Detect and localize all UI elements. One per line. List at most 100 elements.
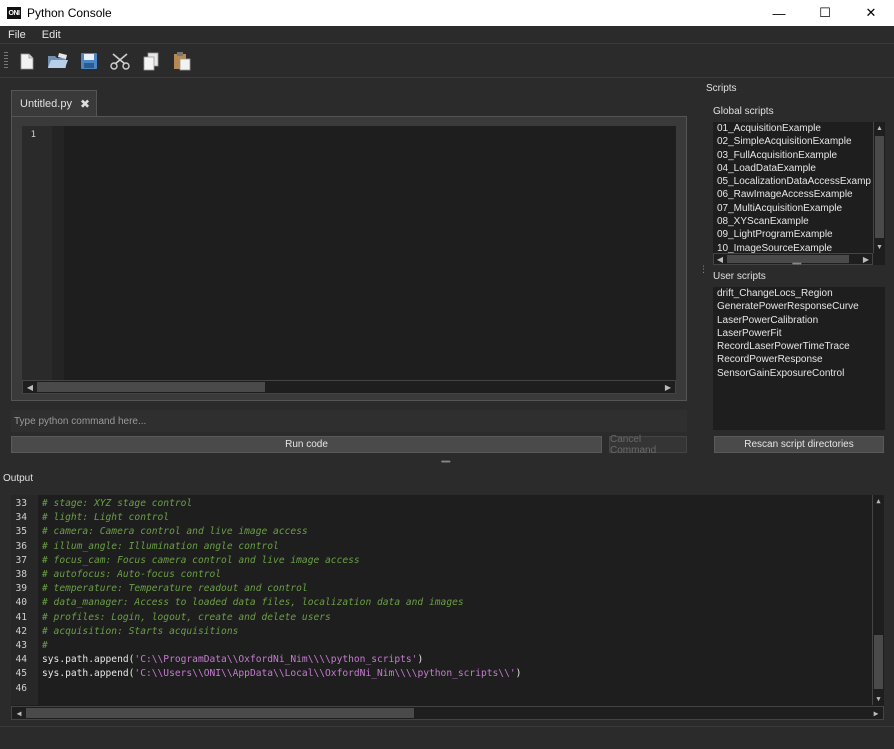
status-bar <box>0 726 894 749</box>
code-token: sys.path.append( <box>42 668 135 680</box>
minimize-button[interactable]: — <box>756 0 802 26</box>
code-token: sys.path.append( <box>42 654 135 666</box>
code-string: 'C:\\ProgramData\\OxfordNi_Nim\\\\python… <box>134 654 418 666</box>
code-comment: # temperature: Temperature readout and c… <box>42 583 308 595</box>
scrollbar-thumb[interactable] <box>727 255 849 263</box>
list-item[interactable]: 02_SimpleAcquisitionExample <box>713 135 885 148</box>
code-comment: # profiles: Login, logout, create and de… <box>42 611 331 623</box>
vertical-splitter[interactable]: ⋮ <box>699 264 708 275</box>
code-text: sys.path.append('C:\\Users\\ONI\\AppData… <box>42 667 521 681</box>
tab-close-icon[interactable]: ✖ <box>80 97 90 111</box>
list-item[interactable]: 08_XYScanExample <box>713 215 885 228</box>
scroll-left-icon[interactable]: ◀ <box>13 707 25 719</box>
scroll-left-icon[interactable]: ◀ <box>714 254 726 264</box>
code-comment: # light: Light control <box>42 512 170 524</box>
code-text: # stage: XYZ stage control <box>42 497 192 511</box>
global-scripts-vertical-scrollbar[interactable]: ▲ ▼ <box>873 122 885 253</box>
code-text: # acquisition: Starts acquisitions <box>42 625 238 639</box>
global-scripts-list[interactable]: 01_AcquisitionExample 02_SimpleAcquisiti… <box>713 122 885 265</box>
list-item[interactable]: drift_ChangeLocs_Region <box>713 287 885 300</box>
line-number: 44 <box>15 654 27 666</box>
cancel-command-button[interactable]: Cancel Command <box>609 434 687 456</box>
line-number: 45 <box>15 668 27 680</box>
code-line: 37 # focus_cam: Focus camera control and … <box>11 554 359 568</box>
line-number: 35 <box>15 526 27 538</box>
line-number-gutter: 1 <box>22 126 52 384</box>
scroll-down-icon[interactable]: ▼ <box>873 693 884 705</box>
list-item[interactable]: 09_LightProgramExample <box>713 228 885 241</box>
code-line: 38 # autofocus: Auto-focus control <box>11 568 221 582</box>
code-text: # temperature: Temperature readout and c… <box>42 582 308 596</box>
horizontal-splitter[interactable]: •••••• <box>441 459 451 466</box>
code-line: 39 # temperature: Temperature readout and… <box>11 582 307 596</box>
scrollbar-thumb[interactable] <box>875 136 884 238</box>
run-code-button[interactable]: Run code <box>11 436 602 453</box>
scroll-right-icon[interactable]: ▶ <box>662 381 674 393</box>
open-folder-icon[interactable] <box>47 50 69 72</box>
editor-horizontal-scrollbar[interactable]: ◀ ▶ <box>22 380 676 394</box>
code-text: # profiles: Login, logout, create and de… <box>42 611 331 625</box>
scroll-up-icon[interactable]: ▲ <box>874 122 885 134</box>
code-text: # data_manager: Access to loaded data fi… <box>42 596 464 610</box>
toolbar <box>0 45 894 78</box>
code-comment: # focus_cam: Focus camera control and li… <box>42 554 360 566</box>
list-item[interactable]: 01_AcquisitionExample <box>713 122 885 135</box>
list-item[interactable]: 03_FullAcquisitionExample <box>713 149 885 162</box>
list-item[interactable]: GeneratePowerResponseCurve <box>713 300 885 313</box>
code-line: 35 # camera: Camera control and live imag… <box>11 525 307 539</box>
list-item[interactable]: 05_LocalizationDataAccessExamp <box>713 175 885 188</box>
line-number: 38 <box>15 569 27 580</box>
maximize-button[interactable]: ☐ <box>802 0 848 26</box>
list-item[interactable]: LaserPowerCalibration <box>713 314 885 327</box>
code-text: # <box>42 639 48 653</box>
scroll-right-icon[interactable]: ▶ <box>860 254 872 264</box>
code-text: # light: Light control <box>42 511 169 525</box>
list-item[interactable]: RecordLaserPowerTimeTrace <box>713 340 885 353</box>
menu-file[interactable]: File <box>0 29 34 41</box>
window-title: Python Console <box>27 6 112 20</box>
code-line: 33 # stage: XYZ stage control <box>11 497 192 511</box>
scroll-left-icon[interactable]: ◀ <box>24 381 36 393</box>
cut-icon[interactable] <box>109 50 131 72</box>
scripts-splitter[interactable]: •••••• <box>792 261 802 268</box>
list-item[interactable]: RecordPowerResponse <box>713 353 885 366</box>
list-item[interactable]: 06_RawImageAccessExample <box>713 188 885 201</box>
list-item[interactable]: SensorGainExposureControl <box>713 367 885 380</box>
toolbar-grip[interactable] <box>4 52 8 70</box>
user-scripts-list[interactable]: drift_ChangeLocs_Region GeneratePowerRes… <box>713 287 885 430</box>
list-item[interactable]: 07_MultiAcquisitionExample <box>713 202 885 215</box>
list-item[interactable]: 04_LoadDataExample <box>713 162 885 175</box>
oni-logo: ONI <box>7 7 21 19</box>
list-item[interactable]: LaserPowerFit <box>713 327 885 340</box>
line-number: 37 <box>15 554 27 566</box>
code-line: 36 # illum_angle: Illumination angle cont… <box>11 540 278 554</box>
code-text: # camera: Camera control and live image … <box>42 525 308 539</box>
python-command-input[interactable] <box>11 410 687 432</box>
scroll-down-icon[interactable]: ▼ <box>874 241 885 253</box>
line-number: 46 <box>15 682 27 694</box>
rescan-script-directories-button[interactable]: Rescan script directories <box>714 436 884 453</box>
output-vertical-scrollbar[interactable]: ▲ ▼ <box>872 495 884 705</box>
code-string: 'C:\\Users\\ONI\\AppData\\Local\\OxfordN… <box>134 668 516 680</box>
window-controls: — ☐ ✕ <box>756 0 894 26</box>
save-icon[interactable] <box>78 50 100 72</box>
code-editor[interactable]: 1 <box>22 126 676 384</box>
new-file-icon[interactable] <box>16 50 38 72</box>
tab-untitled[interactable]: Untitled.py ✖ <box>11 90 97 116</box>
scrollbar-thumb[interactable] <box>874 635 883 689</box>
output-console[interactable]: 33 # stage: XYZ stage control 34 # light: L… <box>11 495 884 720</box>
menu-edit[interactable]: Edit <box>34 29 69 41</box>
scroll-up-icon[interactable]: ▲ <box>873 495 884 507</box>
line-number: 41 <box>15 611 27 623</box>
scrollbar-thumb[interactable] <box>26 708 414 718</box>
scroll-right-icon[interactable]: ▶ <box>870 707 882 719</box>
close-button[interactable]: ✕ <box>848 0 894 26</box>
line-number: 40 <box>15 597 27 609</box>
scrollbar-thumb[interactable] <box>37 382 265 392</box>
line-number: 34 <box>15 512 27 524</box>
output-label: Output <box>3 473 34 484</box>
output-horizontal-scrollbar[interactable]: ◀ ▶ <box>11 706 884 720</box>
paste-icon[interactable] <box>171 50 193 72</box>
copy-icon[interactable] <box>140 50 162 72</box>
code-text: # focus_cam: Focus camera control and li… <box>42 554 360 568</box>
